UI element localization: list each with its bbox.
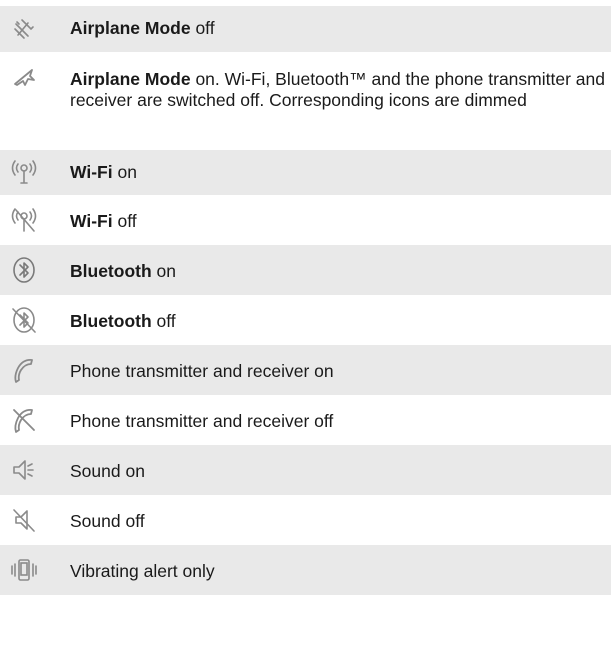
legend-text-vibrate: Vibrating alert only: [70, 561, 215, 581]
sound-off-icon: [10, 506, 38, 534]
bluetooth-off-icon: [10, 306, 38, 334]
legend-row-wifi-off: Wi-Fi off: [0, 195, 611, 245]
legend-row-bluetooth-off: Bluetooth off: [0, 295, 611, 345]
legend-text-wifi-on: Wi-Fi on: [70, 162, 137, 182]
legend-text-airplane-on: Airplane Mode on. Wi-Fi, Bluetooth™ and …: [70, 69, 605, 110]
legend-text-bluetooth-off: Bluetooth off: [70, 311, 176, 331]
bluetooth-on-icon: [10, 256, 38, 284]
sound-on-icon: [10, 456, 38, 484]
phone-off-icon: [10, 406, 38, 434]
legend-text-sound-off: Sound off: [70, 511, 145, 531]
legend-text-sound-on: Sound on: [70, 461, 145, 481]
wifi-off-icon: [10, 206, 38, 234]
legend-row-vibrate: Vibrating alert only: [0, 545, 611, 595]
legend-row-wifi-on: Wi-Fi on: [0, 150, 611, 195]
airplane-mode-on-icon: [10, 64, 38, 92]
legend-text-bluetooth-on: Bluetooth on: [70, 261, 176, 281]
phone-on-icon: [10, 356, 38, 384]
legend-row-bluetooth-on: Bluetooth on: [0, 245, 611, 295]
legend-row-airplane-on: Airplane Mode on. Wi-Fi, Bluetooth™ and …: [0, 52, 611, 150]
legend-text-phone-on: Phone transmitter and receiver on: [70, 361, 334, 381]
legend-text-airplane-off: Airplane Mode off: [70, 18, 215, 38]
legend-row-airplane-off: Airplane Mode off: [0, 6, 611, 52]
legend-text-wifi-off: Wi-Fi off: [70, 211, 137, 231]
legend-row-phone-on: Phone transmitter and receiver on: [0, 345, 611, 395]
airplane-mode-off-icon: [10, 15, 38, 43]
legend-row-sound-off: Sound off: [0, 495, 611, 545]
vibrating-alert-icon: [10, 556, 38, 584]
legend-row-phone-off: Phone transmitter and receiver off: [0, 395, 611, 445]
legend-text-phone-off: Phone transmitter and receiver off: [70, 411, 334, 431]
legend-row-sound-on: Sound on: [0, 445, 611, 495]
wifi-on-icon: [10, 158, 38, 186]
